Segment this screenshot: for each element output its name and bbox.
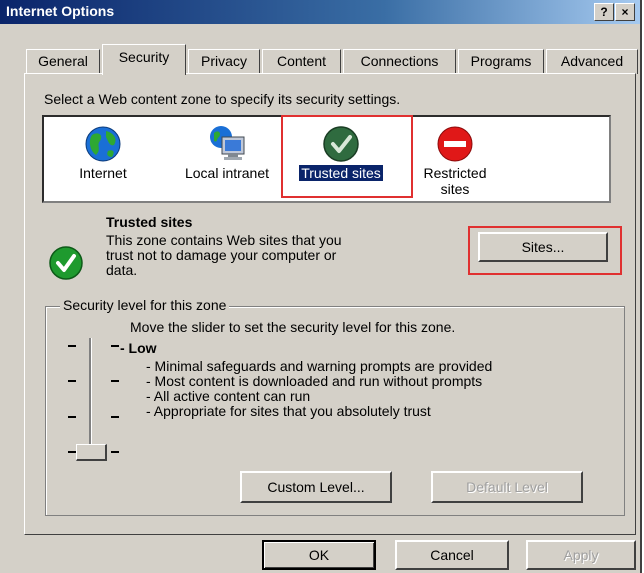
apply-button[interactable]: Apply <box>526 540 636 570</box>
level-bullet: - Most content is downloaded and run wit… <box>146 373 483 389</box>
internet-options-dialog: Internet Options ? × General Security Pr… <box>0 0 642 573</box>
slider-tick <box>68 380 76 382</box>
help-button[interactable]: ? <box>594 3 614 21</box>
zone-info-line-1: This zone contains Web sites that you <box>106 232 342 248</box>
trusted-sites-info-icon <box>49 246 83 280</box>
slider-tick <box>111 345 119 347</box>
cancel-button[interactable]: Cancel <box>395 540 509 570</box>
zone-info-description: This zone contains Web sites that you tr… <box>106 233 342 278</box>
zone-local-intranet[interactable]: Local intranet <box>172 117 282 199</box>
slider-thumb[interactable] <box>76 444 107 461</box>
level-bullet: - Minimal safeguards and warning prompts… <box>146 358 493 374</box>
slider-instruction: Move the slider to set the security leve… <box>130 319 456 335</box>
trusted-sites-highlight <box>281 115 413 198</box>
title-bar[interactable]: Internet Options ? × <box>0 0 640 24</box>
security-level-group-label: Security level for this zone <box>60 297 230 313</box>
computer-globe-icon <box>210 126 245 160</box>
window-title: Internet Options <box>6 3 115 19</box>
slider-tick <box>111 380 119 382</box>
zone-restricted-sites[interactable]: Restricted sites <box>400 117 510 199</box>
no-entry-icon <box>437 126 473 162</box>
tab-security[interactable]: Security <box>102 44 186 75</box>
tab-content[interactable]: Content <box>262 49 341 74</box>
slider-tick <box>111 451 119 453</box>
sites-button-highlight <box>468 226 622 275</box>
slider-tick <box>68 416 76 418</box>
tab-advanced[interactable]: Advanced <box>546 49 638 74</box>
zone-info-line-2: trust not to damage your computer or <box>106 247 337 263</box>
security-level-bullets: - Minimal safeguards and warning prompts… <box>146 359 492 419</box>
zone-select-prompt: Select a Web content zone to specify its… <box>44 91 401 107</box>
zone-info-title: Trusted sites <box>106 214 193 230</box>
level-bullet: - All active content can run <box>146 388 311 404</box>
default-level-button[interactable]: Default Level <box>431 471 583 503</box>
zone-local-intranet-label: Local intranet <box>184 165 270 181</box>
zone-restricted-sites-label: Restricted sites <box>423 165 487 197</box>
zone-internet-label: Internet <box>79 165 127 181</box>
tab-privacy[interactable]: Privacy <box>188 49 260 74</box>
security-level-name: - Low <box>120 340 157 356</box>
slider-track <box>89 338 92 460</box>
zone-info-line-3: data. <box>106 262 138 278</box>
globe-icon <box>85 126 121 162</box>
tab-programs[interactable]: Programs <box>458 49 544 74</box>
slider-tick <box>68 345 76 347</box>
tab-general[interactable]: General <box>26 49 100 74</box>
slider-tick <box>111 416 119 418</box>
close-button[interactable]: × <box>615 3 635 21</box>
zone-internet[interactable]: Internet <box>48 117 158 199</box>
tab-connections[interactable]: Connections <box>343 49 456 74</box>
custom-level-button[interactable]: Custom Level... <box>240 471 392 503</box>
ok-button[interactable]: OK <box>262 540 376 570</box>
slider-tick <box>68 451 76 453</box>
level-bullet: - Appropriate for sites that you absolut… <box>146 403 431 419</box>
